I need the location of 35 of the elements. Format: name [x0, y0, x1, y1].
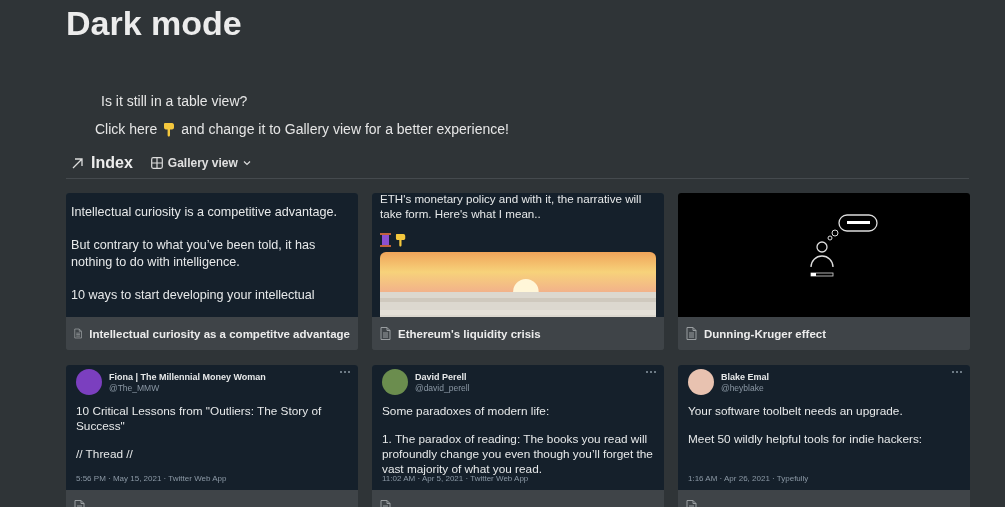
view-selector[interactable]: Gallery view [148, 154, 253, 172]
tweet-meta: 11:02 AM · Apr 5, 2021 · Twitter Web App [382, 474, 529, 483]
tweet-text: Intellectual curiosity is a competitive advantage. [71, 204, 338, 221]
tweet-text: 1. The paradox of reading: The books you read will profoundly change you even though you’ll forget the vast majority of what you read. [382, 432, 654, 476]
database-title: Index [91, 154, 133, 172]
tweet-text: Meet 50 wildly helpful tools for indie hackers: [688, 432, 924, 447]
gallery-grid-icon [150, 157, 163, 169]
callout-text: Is it still in a table view? [101, 93, 248, 109]
callout-text: Click here [95, 121, 158, 137]
author-name: Blake Emal [721, 371, 771, 382]
tweet-text: // Thread // [76, 447, 134, 462]
link-arrow-icon [72, 157, 83, 169]
author-name: Fiona | The Millennial Money Woman [109, 371, 267, 382]
document-icon [380, 327, 391, 340]
chevron-down-icon [242, 160, 251, 166]
tweet-meta: 5:56 PM · May 15, 2021 · Twitter Web App [76, 474, 227, 483]
author-handle: @david_perell [415, 382, 471, 393]
tweet-text: Your software toolbelt needs an upgrade. [688, 404, 904, 419]
page-title: Dark mode [66, 3, 242, 43]
callout-text: and change it to Gallery view for a better experience! [181, 121, 509, 137]
thread-spool-icon [380, 233, 391, 247]
tweet-text: 10 Critical Lessons from "Outliers: The Story of Success" [76, 404, 323, 434]
avatar [688, 369, 714, 395]
document-icon [74, 327, 83, 340]
document-icon [686, 327, 697, 340]
author-handle: @The_MMW [109, 382, 161, 393]
tweet-meta: 1:16 AM · Apr 26, 2021 · Typefully [688, 474, 809, 483]
author-name: David Perell [415, 371, 468, 382]
author-handle: @heyblake [721, 382, 765, 393]
tweet-text: Some paradoxes of modern life: [382, 404, 551, 419]
tweet-text: ETH's monetary policy and with it, the narrative will take form. Here's what I mean.. [380, 193, 643, 221]
tweet-text: 10 ways to start developing your intellectual [71, 287, 316, 304]
avatar [76, 369, 102, 395]
avatar [382, 369, 408, 395]
tweet-text: But contrary to what you’ve been told, it has nothing to do with intelligence. [71, 237, 317, 271]
